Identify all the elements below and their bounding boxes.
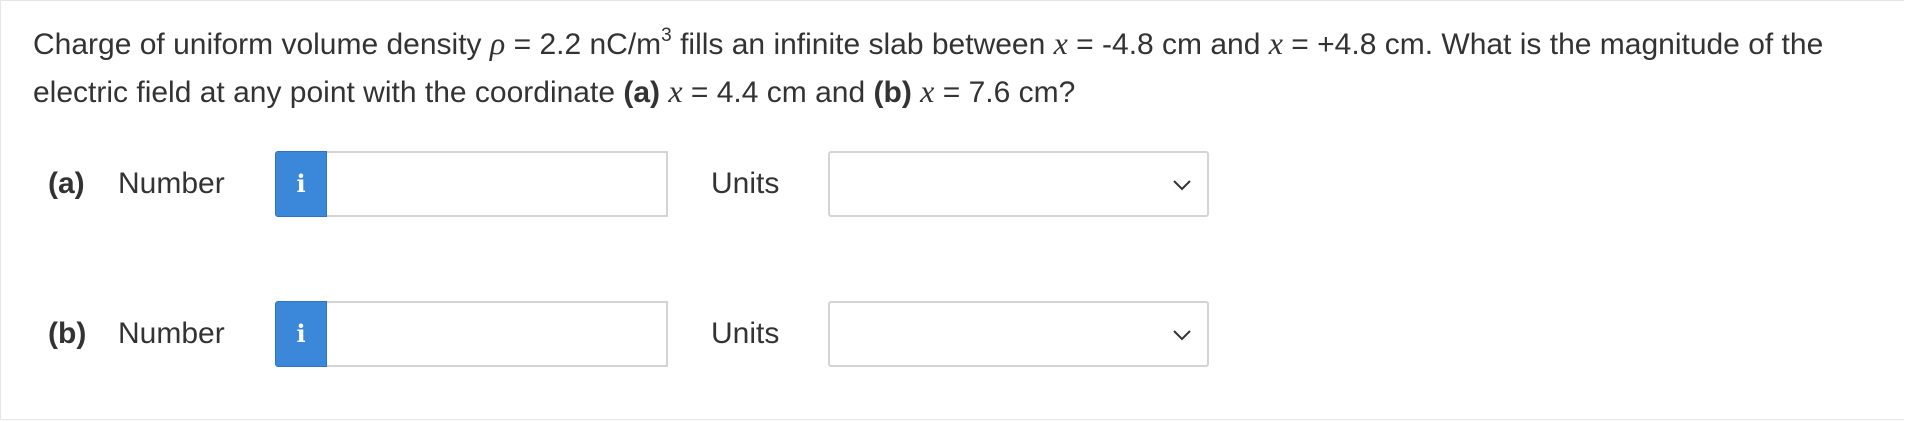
number-input[interactable] [327, 151, 668, 217]
x-variable: x [1268, 25, 1283, 61]
question-text-part: Charge of uniform volume density [33, 28, 490, 61]
answer-row-a: (a) Number i Units [1, 151, 1301, 217]
x-variable: x [920, 73, 935, 109]
question-text-part: = 4.4 cm and [682, 76, 874, 109]
number-label: Number [118, 317, 225, 350]
part-label: (a) [48, 167, 85, 200]
question-text-part: fills an infinite slab between [671, 28, 1054, 61]
units-select[interactable] [828, 301, 1209, 367]
part-b-ref: (b) [873, 76, 912, 109]
part-label: (b) [48, 317, 87, 350]
chevron-down-icon [1169, 170, 1195, 200]
number-label: Number [118, 167, 225, 200]
number-input[interactable] [327, 301, 668, 367]
part-a-ref: (a) [623, 76, 661, 109]
chevron-down-icon [1169, 320, 1195, 350]
x-variable: x [1053, 25, 1068, 61]
units-select[interactable] [828, 151, 1209, 217]
question-text-part: = 7.6 cm? [934, 76, 1076, 109]
answer-row-b: (b) Number i Units [1, 301, 1301, 367]
x-variable: x [668, 73, 683, 109]
question-text: Charge of uniform volume density ρ = 2.2… [33, 20, 1893, 116]
exponent: 3 [661, 25, 672, 46]
question-text-part: = -4.8 cm and [1067, 28, 1269, 61]
question-panel: Charge of uniform volume density ρ = 2.2… [0, 0, 1904, 420]
units-label: Units [711, 317, 780, 350]
question-text-part: = 2.2 nC/m [505, 28, 662, 61]
info-icon[interactable]: i [275, 301, 327, 367]
info-icon[interactable]: i [275, 151, 327, 217]
units-label: Units [711, 167, 780, 200]
rho-symbol: ρ [489, 25, 506, 61]
